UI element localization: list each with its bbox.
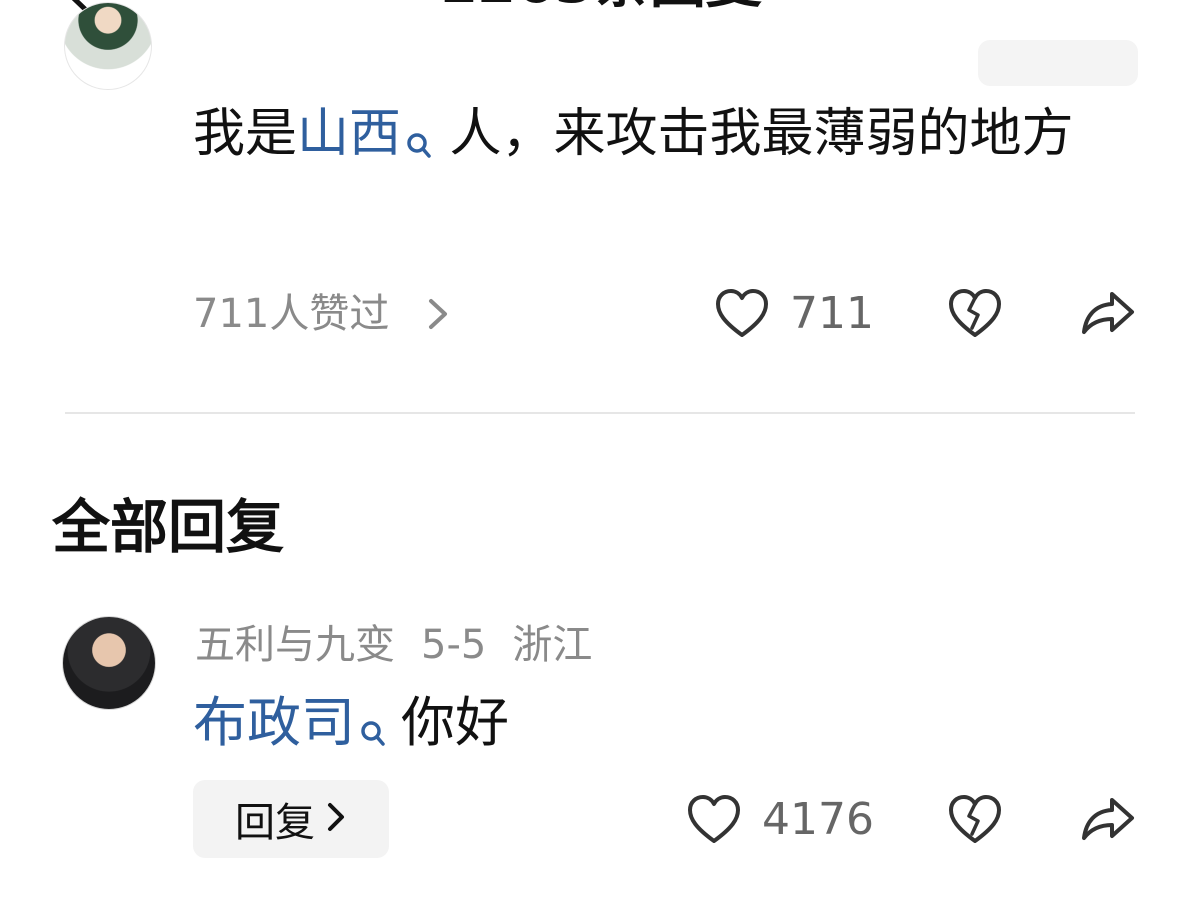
reply-meta: 五利与九变 5-5 浙江 (195, 618, 618, 672)
avatar[interactable] (62, 616, 156, 710)
comment-text-before: 我是 (193, 104, 298, 164)
liked-by-link[interactable]: 711人赞过 (193, 290, 389, 338)
search-icon (359, 696, 387, 766)
search-icon (405, 102, 433, 186)
topic-link-label: 山西 (297, 104, 402, 164)
topic-link-label: 布政司 (193, 691, 355, 754)
avatar[interactable] (64, 2, 152, 90)
reply-text: 布政司 你好 (193, 688, 509, 766)
section-title: 全部回复 (52, 493, 285, 561)
reply-button[interactable]: 回复 (193, 780, 389, 858)
share-icon[interactable] (1080, 288, 1136, 340)
broken-heart-icon[interactable] (947, 794, 1003, 846)
comment-text: 我是山西 人，来攻击我最薄弱的地方 (193, 92, 1133, 186)
heart-icon[interactable] (686, 794, 742, 846)
share-icon[interactable] (1080, 794, 1136, 846)
reply-date: 5-5 (421, 622, 487, 668)
follow-button[interactable] (978, 40, 1138, 86)
comment-text-after: 人，来攻击我最薄弱的地方 (433, 104, 1074, 164)
reply-location: 浙江 (512, 622, 593, 668)
username[interactable]: 五利与九变 (195, 622, 395, 668)
divider (65, 412, 1135, 414)
chevron-right-icon[interactable] (425, 297, 451, 331)
chevron-right-icon (325, 801, 347, 837)
reply-button-label: 回复 (235, 800, 315, 846)
topic-link[interactable]: 山西 (297, 104, 433, 164)
topic-link[interactable]: 布政司 (193, 691, 387, 754)
page-title: 1263条回复 (0, 0, 1200, 14)
reply-body: 你好 (401, 691, 509, 754)
broken-heart-icon[interactable] (947, 288, 1003, 340)
like-count: 711 (790, 288, 874, 339)
heart-icon[interactable] (714, 288, 770, 340)
like-count: 4176 (762, 794, 874, 845)
